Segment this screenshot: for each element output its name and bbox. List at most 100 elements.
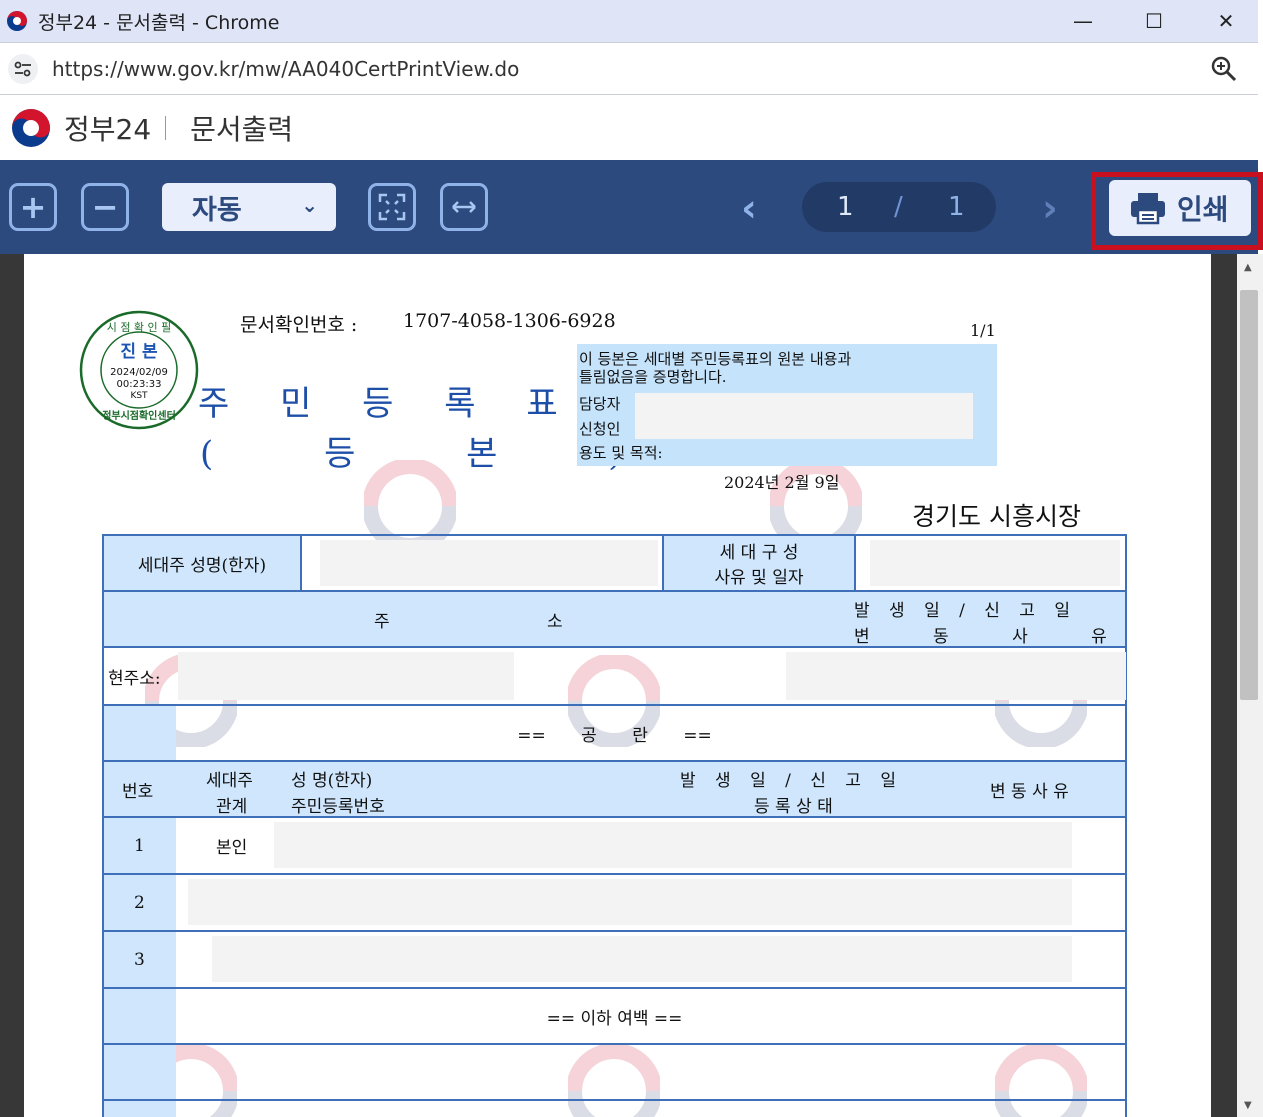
- redacted-field: [870, 540, 1120, 586]
- col-name-line2: 주민등록번호: [291, 797, 385, 817]
- confirm-number-label: 문서확인번호 :: [240, 314, 358, 336]
- current-page[interactable]: 1: [837, 192, 854, 222]
- print-button[interactable]: 인쇄: [1109, 180, 1251, 236]
- scrollbar-thumb[interactable]: [1240, 290, 1258, 700]
- redacted-field: [635, 393, 973, 439]
- document-subtitle: ( 등 본 ): [200, 434, 622, 474]
- minus-icon: −: [91, 188, 119, 226]
- window-title: 정부24 - 문서출력 - Chrome: [38, 11, 280, 34]
- table-row: 3: [102, 930, 1127, 989]
- site-info-button[interactable]: [8, 53, 38, 84]
- redacted-field: [274, 822, 1072, 868]
- row-relation: 본인: [216, 838, 248, 858]
- row-number: 1: [134, 835, 145, 856]
- scroll-up-icon[interactable]: ▲: [1244, 262, 1252, 273]
- blank-row: == 공 란 ==: [102, 704, 1127, 762]
- minimize-icon: —: [1073, 9, 1093, 33]
- fit-width-button[interactable]: [440, 183, 488, 231]
- chevron-right-icon: ›: [1042, 186, 1058, 230]
- next-page-button[interactable]: ›: [1030, 183, 1070, 233]
- col-no: 번호: [122, 781, 154, 802]
- composition-cell: [854, 534, 1127, 592]
- zoom-level-value: 자동: [192, 194, 242, 226]
- dates-label-line2: 변 동 사 유: [854, 627, 1107, 647]
- page-title: 문서출력: [190, 113, 294, 146]
- end-mark: == 이하 여백 ==: [546, 1008, 683, 1029]
- col-dates-line2: 등 록 상 태: [754, 797, 833, 817]
- fit-page-icon: [378, 193, 406, 221]
- redacted-field: [212, 936, 1072, 982]
- address-header: 주 소 발 생 일 / 신 고 일 변 동 사 유: [102, 590, 1127, 648]
- magnifier-icon[interactable]: [1210, 55, 1238, 83]
- redacted-field: [188, 879, 1072, 925]
- empty-row: [102, 1099, 1127, 1117]
- issuer-name: 경기도 시흥시장: [912, 502, 1081, 531]
- col-name-line1: 성 명(한자): [291, 771, 373, 791]
- side-strip: [104, 1101, 176, 1117]
- composition-label-line1: 세 대 구 성: [719, 543, 799, 563]
- head-name-cell: [300, 534, 664, 592]
- close-icon: ✕: [1217, 9, 1235, 33]
- page-ratio: 1/1: [970, 321, 996, 340]
- zoom-level-select[interactable]: 자동 ⌄: [162, 183, 336, 231]
- cert-applicant-label: 신청인: [579, 420, 621, 438]
- blank-mark: == 공 란 ==: [517, 725, 712, 746]
- total-pages: 1: [948, 192, 965, 222]
- col-reason: 변 동 사 유: [990, 781, 1069, 802]
- stamp-center-text: 진 본: [120, 342, 158, 362]
- url-text[interactable]: https://www.gov.kr/mw/AA040CertPrintView…: [52, 57, 519, 81]
- confirm-number: 1707-4058-1306-6928: [403, 310, 616, 332]
- side-strip: [104, 1045, 176, 1099]
- scroll-down-icon[interactable]: ▼: [1244, 1100, 1252, 1111]
- address-bar: https://www.gov.kr/mw/AA040CertPrintView…: [0, 42, 1258, 95]
- stamp-bottom-text: 정부시점확인센터: [102, 409, 176, 422]
- fit-page-button[interactable]: [368, 183, 416, 231]
- composition-label: 세 대 구 성 사유 및 일자: [662, 534, 856, 592]
- stamp-date: 2024/02/09: [110, 367, 168, 378]
- empty-row: [102, 1043, 1127, 1101]
- table-row: 1 본인: [102, 816, 1127, 875]
- plus-icon: +: [19, 188, 47, 226]
- row-number: 3: [134, 949, 145, 970]
- address-label-b: 소: [547, 611, 563, 632]
- redacted-field: [786, 652, 1126, 700]
- page-indicator: 1 / 1: [802, 182, 996, 232]
- cert-text-line2: 틀림없음을 증명합니다.: [579, 368, 727, 386]
- end-row: == 이하 여백 ==: [102, 987, 1127, 1045]
- current-address-label: 현주소:: [108, 668, 161, 689]
- fit-width-icon: [452, 201, 476, 213]
- members-header: 번호 세대주 관계 성 명(한자) 주민등록번호 발 생 일 / 신 고 일 등…: [102, 760, 1127, 818]
- close-window-button[interactable]: ✕: [1190, 0, 1262, 42]
- gov-logo-icon: [12, 109, 50, 147]
- minimize-button[interactable]: —: [1047, 0, 1119, 42]
- dates-label-line1: 발 생 일 / 신 고 일: [854, 601, 1070, 621]
- redacted-field: [320, 540, 658, 586]
- printer-icon: [1131, 193, 1165, 225]
- cert-handler-label: 담당자: [579, 395, 621, 413]
- cert-purpose-label: 용도 및 목적:: [579, 444, 663, 462]
- page-header: 정부24 문서출력: [0, 96, 1258, 160]
- col-relation-line1: 세대주: [206, 771, 253, 791]
- vertical-scrollbar[interactable]: ▲ ▼: [1237, 254, 1263, 1117]
- col-relation-line2: 관계: [216, 797, 248, 817]
- issue-date: 2024년 2월 9일: [724, 473, 840, 492]
- page-separator: /: [894, 192, 903, 222]
- prev-page-button[interactable]: ‹: [729, 183, 769, 233]
- maximize-button[interactable]: ☐: [1118, 0, 1190, 42]
- composition-label-line2: 사유 및 일자: [714, 568, 804, 588]
- stamp-tz: KST: [130, 391, 148, 401]
- chevron-down-icon: ⌄: [301, 193, 318, 217]
- chevron-left-icon: ‹: [741, 186, 757, 230]
- zoom-out-button[interactable]: −: [81, 183, 129, 231]
- zoom-in-button[interactable]: +: [9, 183, 57, 231]
- row-number: 2: [134, 892, 145, 913]
- head-name-label: 세대주 성명(한자): [102, 534, 302, 592]
- redacted-field: [178, 652, 514, 700]
- document-title: 주 민 등 록 표: [198, 384, 578, 424]
- current-address-row: 현주소:: [102, 646, 1127, 706]
- col-dates-line1: 발 생 일 / 신 고 일: [680, 771, 896, 791]
- table-row: 2: [102, 873, 1127, 932]
- certification-stamp: 시 점 확 인 필 진 본 2024/02/09 00:23:33 KST 정부…: [79, 310, 199, 430]
- side-strip: [104, 706, 176, 760]
- header-divider: [165, 116, 167, 140]
